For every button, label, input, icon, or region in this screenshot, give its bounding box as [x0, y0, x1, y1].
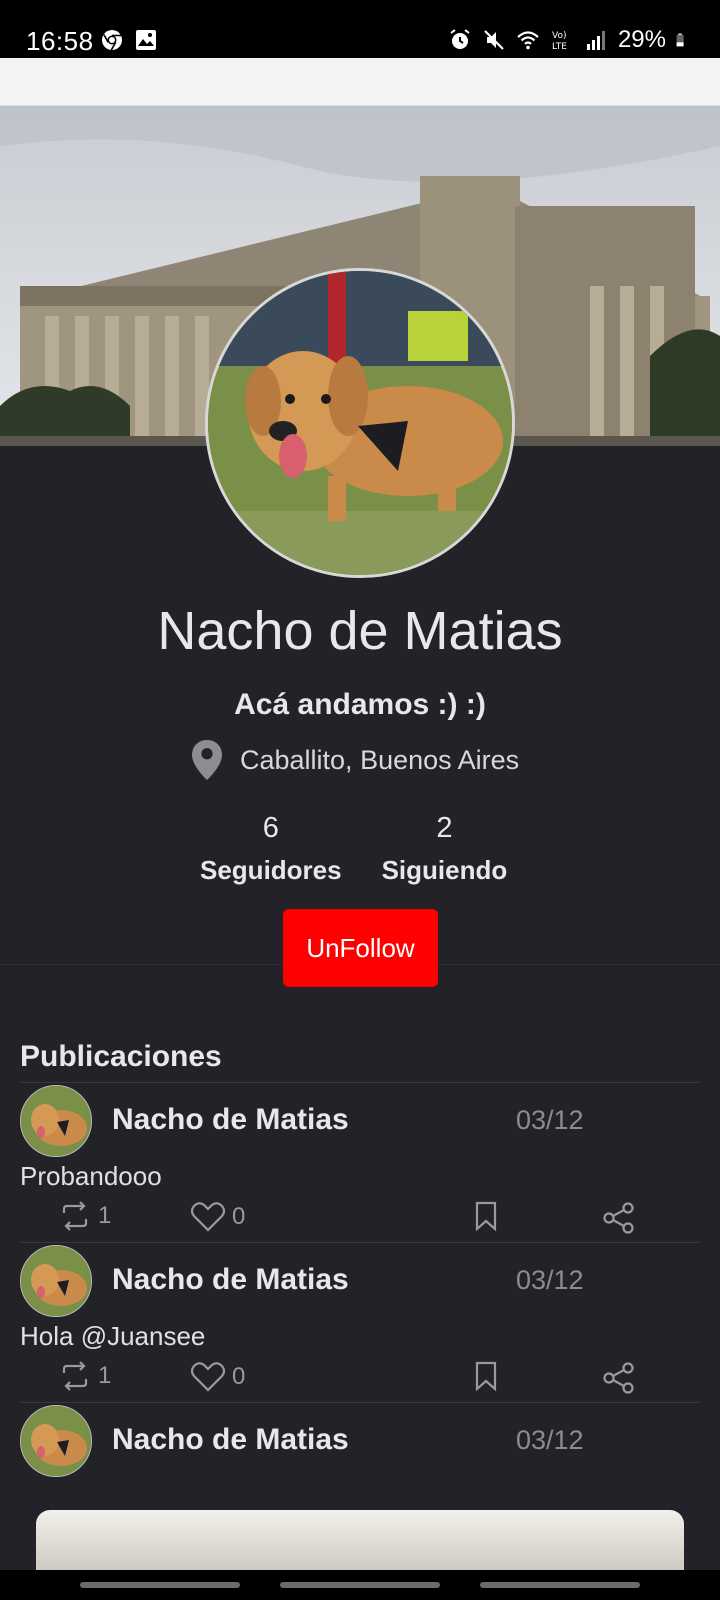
profile-location: Caballito, Buenos Aires — [192, 738, 519, 782]
retweet-action[interactable]: 1 — [58, 1361, 111, 1391]
bookmark-icon[interactable] — [474, 1201, 498, 1231]
post-media-image[interactable] — [36, 1510, 684, 1570]
post-item[interactable]: Nacho de Matias 03/12 Hola @Juansee 1 0 — [20, 1242, 700, 1402]
post-author[interactable]: Nacho de Matias — [112, 1263, 349, 1297]
post-avatar[interactable] — [20, 1405, 92, 1477]
following-stat[interactable]: 2 Siguiendo — [382, 812, 508, 886]
post-author[interactable]: Nacho de Matias — [112, 1423, 349, 1457]
followers-label: Seguidores — [200, 855, 342, 885]
post-date: 03/12 — [516, 1425, 584, 1455]
post-date: 03/12 — [516, 1105, 584, 1135]
post-actions: 1 0 — [20, 1201, 700, 1241]
volte-icon: Vo)LTE — [552, 31, 567, 52]
profile-bio: Acá andamos :) :) — [234, 688, 486, 721]
post-item[interactable]: Nacho de Matias 03/12 Probandooo 1 0 — [20, 1082, 700, 1242]
following-count: 2 — [436, 812, 453, 844]
bookmark-icon[interactable] — [474, 1361, 498, 1391]
alarm-icon — [450, 29, 470, 49]
followers-stat[interactable]: 6 Seguidores — [200, 812, 342, 886]
post-text: Hola @Juansee — [20, 1321, 206, 1351]
post-item[interactable]: Nacho de Matias 03/12 — [20, 1402, 700, 1522]
post-actions: 1 0 — [20, 1361, 700, 1401]
like-count: 0 — [232, 1363, 246, 1390]
nav-back[interactable] — [480, 1582, 640, 1588]
like-action[interactable]: 0 — [190, 1361, 245, 1393]
post-text: Probandooo — [20, 1161, 162, 1191]
mute-icon — [484, 30, 504, 50]
svg-text:LTE: LTE — [552, 42, 567, 52]
post-avatar[interactable] — [20, 1245, 92, 1317]
status-time: 16:58 — [26, 26, 94, 56]
battery-icon — [676, 33, 684, 47]
retweet-count: 1 — [98, 1362, 112, 1389]
post-date: 03/12 — [516, 1265, 584, 1295]
retweet-count: 1 — [98, 1202, 112, 1229]
system-nav-bar — [0, 1570, 720, 1600]
retweet-action[interactable]: 1 — [58, 1201, 111, 1231]
following-label: Siguiendo — [381, 855, 508, 885]
location-pin-icon — [192, 740, 222, 780]
nav-recents[interactable] — [80, 1582, 240, 1588]
share-icon[interactable] — [602, 1361, 636, 1395]
profile-name: Nacho de Matias — [157, 601, 563, 661]
retweet-icon — [62, 1201, 88, 1231]
heart-icon — [190, 1202, 226, 1232]
post-author[interactable]: Nacho de Matias — [112, 1103, 349, 1137]
like-action[interactable]: 0 — [190, 1201, 245, 1233]
retweet-icon — [62, 1361, 88, 1391]
svg-text:Vo): Vo) — [552, 31, 566, 41]
unfollow-button[interactable]: UnFollow — [283, 909, 438, 987]
app-top-bar — [0, 58, 720, 106]
share-icon[interactable] — [602, 1201, 636, 1235]
like-count: 0 — [232, 1203, 246, 1230]
battery-percent: 29% — [617, 26, 666, 53]
chrome-icon — [102, 30, 122, 51]
profile-avatar[interactable] — [205, 268, 515, 578]
post-avatar[interactable] — [20, 1085, 92, 1157]
followers-count: 6 — [262, 812, 279, 844]
heart-icon — [190, 1362, 226, 1392]
profile-stats: 6 Seguidores 2 Siguiendo — [200, 812, 530, 886]
wifi-icon — [517, 31, 539, 50]
location-text: Caballito, Buenos Aires — [240, 744, 520, 775]
status-bar: 16:58 Vo) LTE 29% — [0, 0, 720, 58]
gallery-icon — [136, 30, 156, 50]
signal-icon — [586, 31, 605, 50]
posts-section-title: Publicaciones — [20, 1040, 222, 1073]
nav-home[interactable] — [280, 1582, 440, 1588]
